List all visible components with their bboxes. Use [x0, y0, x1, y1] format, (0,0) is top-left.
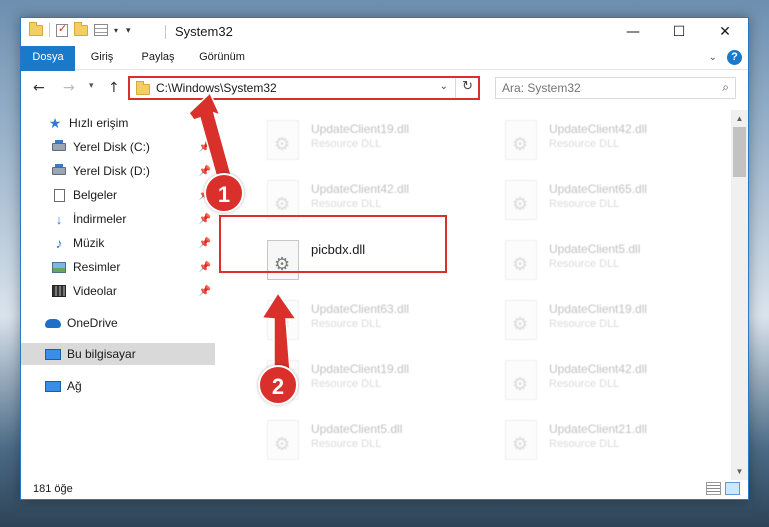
step-1-badge: 1 — [204, 173, 244, 213]
arrow-to-file — [260, 291, 298, 371]
annotation-arrows — [188, 91, 298, 371]
arrow-to-address-bar — [188, 91, 233, 183]
step-2-badge: 2 — [258, 365, 298, 405]
